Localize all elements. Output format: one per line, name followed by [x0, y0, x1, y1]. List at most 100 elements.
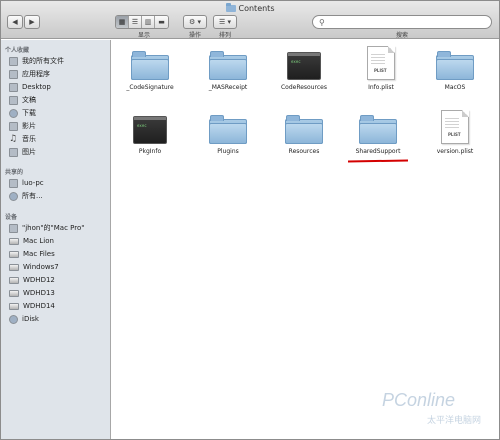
sidebar-item-label: WDHD12 [23, 276, 55, 284]
sidebar-item-wdhd14[interactable]: WDHD14 [9, 300, 55, 312]
sidebar-item-all-files[interactable]: 我的所有文件 [9, 55, 64, 67]
gear-icon: ⚙ ▾ [188, 18, 201, 26]
sidebar-item-documents[interactable]: 文稿 [9, 94, 36, 106]
executable-icon: exec [287, 52, 321, 80]
plist-file-icon: PLIST [367, 46, 395, 80]
file-item-macos[interactable]: MacOS [423, 50, 487, 91]
file-item-sharedsupport[interactable]: SharedSupport [346, 114, 410, 155]
executable-icon: exec [133, 116, 167, 144]
documents-icon [9, 95, 18, 105]
disk-icon [9, 302, 19, 310]
sidebar-item-label: 应用程序 [22, 70, 50, 78]
file-name: _MASReceipt [208, 84, 248, 91]
folder-icon [131, 50, 169, 80]
toolbar: Contents ◀ ▶ ▦ ☰ ▥ ▬ 显示 ⚙ ▾ 操作 ☰ ▾ 排列 ⚲ … [1, 1, 499, 39]
sidebar-item-label: iDisk [22, 315, 39, 323]
search-label: 搜索 [395, 32, 408, 39]
sidebar-item-label: 下载 [22, 109, 36, 117]
sidebar-item-windows7[interactable]: Windows7 [9, 261, 59, 273]
sidebar-item-label: "jhon"的"Mac Pro" [22, 224, 85, 232]
coverflow-view-button[interactable]: ▬ [155, 16, 168, 28]
sidebar-item-label: Mac Lion [23, 237, 54, 245]
arrange-button[interactable]: ☰ ▾ [213, 15, 237, 29]
sidebar-item-luo-pc[interactable]: luo-pc [9, 177, 44, 189]
back-button[interactable]: ◀ [7, 15, 23, 29]
sidebar-item-label: 文稿 [22, 96, 36, 104]
file-item-version-plist[interactable]: PLIST version.plist [423, 110, 487, 155]
folder-icon [225, 2, 236, 12]
list-view-button[interactable]: ☰ [129, 16, 142, 28]
sidebar-item-label: WDHD13 [23, 289, 55, 297]
idisk-icon [9, 314, 18, 324]
window-title: Contents [1, 2, 499, 14]
icon-view-button[interactable]: ▦ [116, 16, 129, 28]
all-files-icon [9, 56, 18, 66]
file-item-plugins[interactable]: Plugins [196, 114, 260, 155]
network-icon [9, 191, 18, 201]
sidebar-item-pictures[interactable]: 图片 [9, 146, 36, 158]
sidebar-item-music[interactable]: ♫ 音乐 [9, 133, 36, 145]
computer-icon [9, 223, 18, 233]
disk-icon [9, 250, 19, 258]
sidebar: 个人收藏 我的所有文件 应用程序 Desktop 文稿 下载 影片 ♫ 音乐 图… [1, 40, 111, 439]
sidebar-item-movies[interactable]: 影片 [9, 120, 36, 132]
file-name: Plugins [217, 148, 239, 155]
sidebar-item-label: luo-pc [22, 179, 44, 187]
downloads-icon [9, 108, 18, 118]
search-icon: ⚲ [319, 17, 325, 27]
action-button[interactable]: ⚙ ▾ [183, 15, 207, 29]
sidebar-section-devices: 设备 [5, 214, 18, 221]
sidebar-item-applications[interactable]: 应用程序 [9, 68, 50, 80]
file-item-resources[interactable]: Resources [272, 114, 336, 155]
file-item-coderesources[interactable]: exec CodeResources [272, 50, 336, 91]
applications-icon [9, 69, 18, 79]
back-arrow-icon: ◀ [12, 18, 18, 26]
desktop-icon [9, 82, 18, 92]
sidebar-item-mac-files[interactable]: Mac Files [9, 248, 55, 260]
sidebar-item-label: 音乐 [22, 135, 36, 143]
arrange-label: 排列 [218, 32, 231, 39]
file-name: _CodeSignature [126, 84, 174, 91]
file-name: CodeResources [280, 84, 327, 91]
forward-arrow-icon: ▶ [29, 18, 35, 26]
file-item-masreceipt[interactable]: _MASReceipt [196, 50, 260, 91]
file-item-pkginfo[interactable]: exec PkgInfo [118, 114, 182, 155]
sidebar-item-downloads[interactable]: 下载 [9, 107, 36, 119]
file-name: version.plist [436, 148, 474, 155]
file-item-codesignature[interactable]: _CodeSignature [118, 50, 182, 91]
sidebar-item-mac-pro[interactable]: "jhon"的"Mac Pro" [9, 222, 85, 234]
file-item-info-plist[interactable]: PLIST Info.plist [349, 46, 413, 91]
folder-icon [209, 50, 247, 80]
forward-button[interactable]: ▶ [24, 15, 40, 29]
sidebar-item-label: Mac Files [23, 250, 55, 258]
sidebar-item-idisk[interactable]: iDisk [9, 313, 39, 325]
sidebar-item-label: 影片 [22, 122, 36, 130]
computer-icon [9, 178, 18, 188]
search-field[interactable]: ⚲ [312, 15, 492, 29]
action-label: 操作 [188, 32, 201, 39]
sidebar-item-mac-lion[interactable]: Mac Lion [9, 235, 54, 247]
folder-icon [209, 114, 247, 144]
highlight-underline [347, 159, 409, 163]
sidebar-item-all-shared[interactable]: 所有... [9, 190, 43, 202]
movies-icon [9, 121, 18, 131]
folder-icon [436, 50, 474, 80]
sidebar-item-desktop[interactable]: Desktop [9, 81, 51, 93]
plist-file-icon: PLIST [441, 110, 469, 144]
sidebar-item-wdhd12[interactable]: WDHD12 [9, 274, 55, 286]
sidebar-item-label: WDHD14 [23, 302, 55, 310]
watermark-sub: 太平洋电脑网 [427, 416, 482, 426]
window-title-text: Contents [238, 3, 275, 13]
file-name: MacOS [444, 84, 466, 91]
sidebar-section-shared: 共享的 [5, 169, 24, 176]
column-view-button[interactable]: ▥ [142, 16, 155, 28]
sidebar-item-label: 图片 [22, 148, 36, 156]
disk-icon [9, 289, 19, 297]
disk-icon [9, 276, 19, 284]
sidebar-item-label: Desktop [22, 83, 51, 91]
pictures-icon [9, 147, 18, 157]
music-icon: ♫ [9, 133, 18, 144]
arrange-icon: ☰ ▾ [218, 18, 231, 26]
file-name: Info.plist [368, 84, 394, 91]
sidebar-item-wdhd13[interactable]: WDHD13 [9, 287, 55, 299]
